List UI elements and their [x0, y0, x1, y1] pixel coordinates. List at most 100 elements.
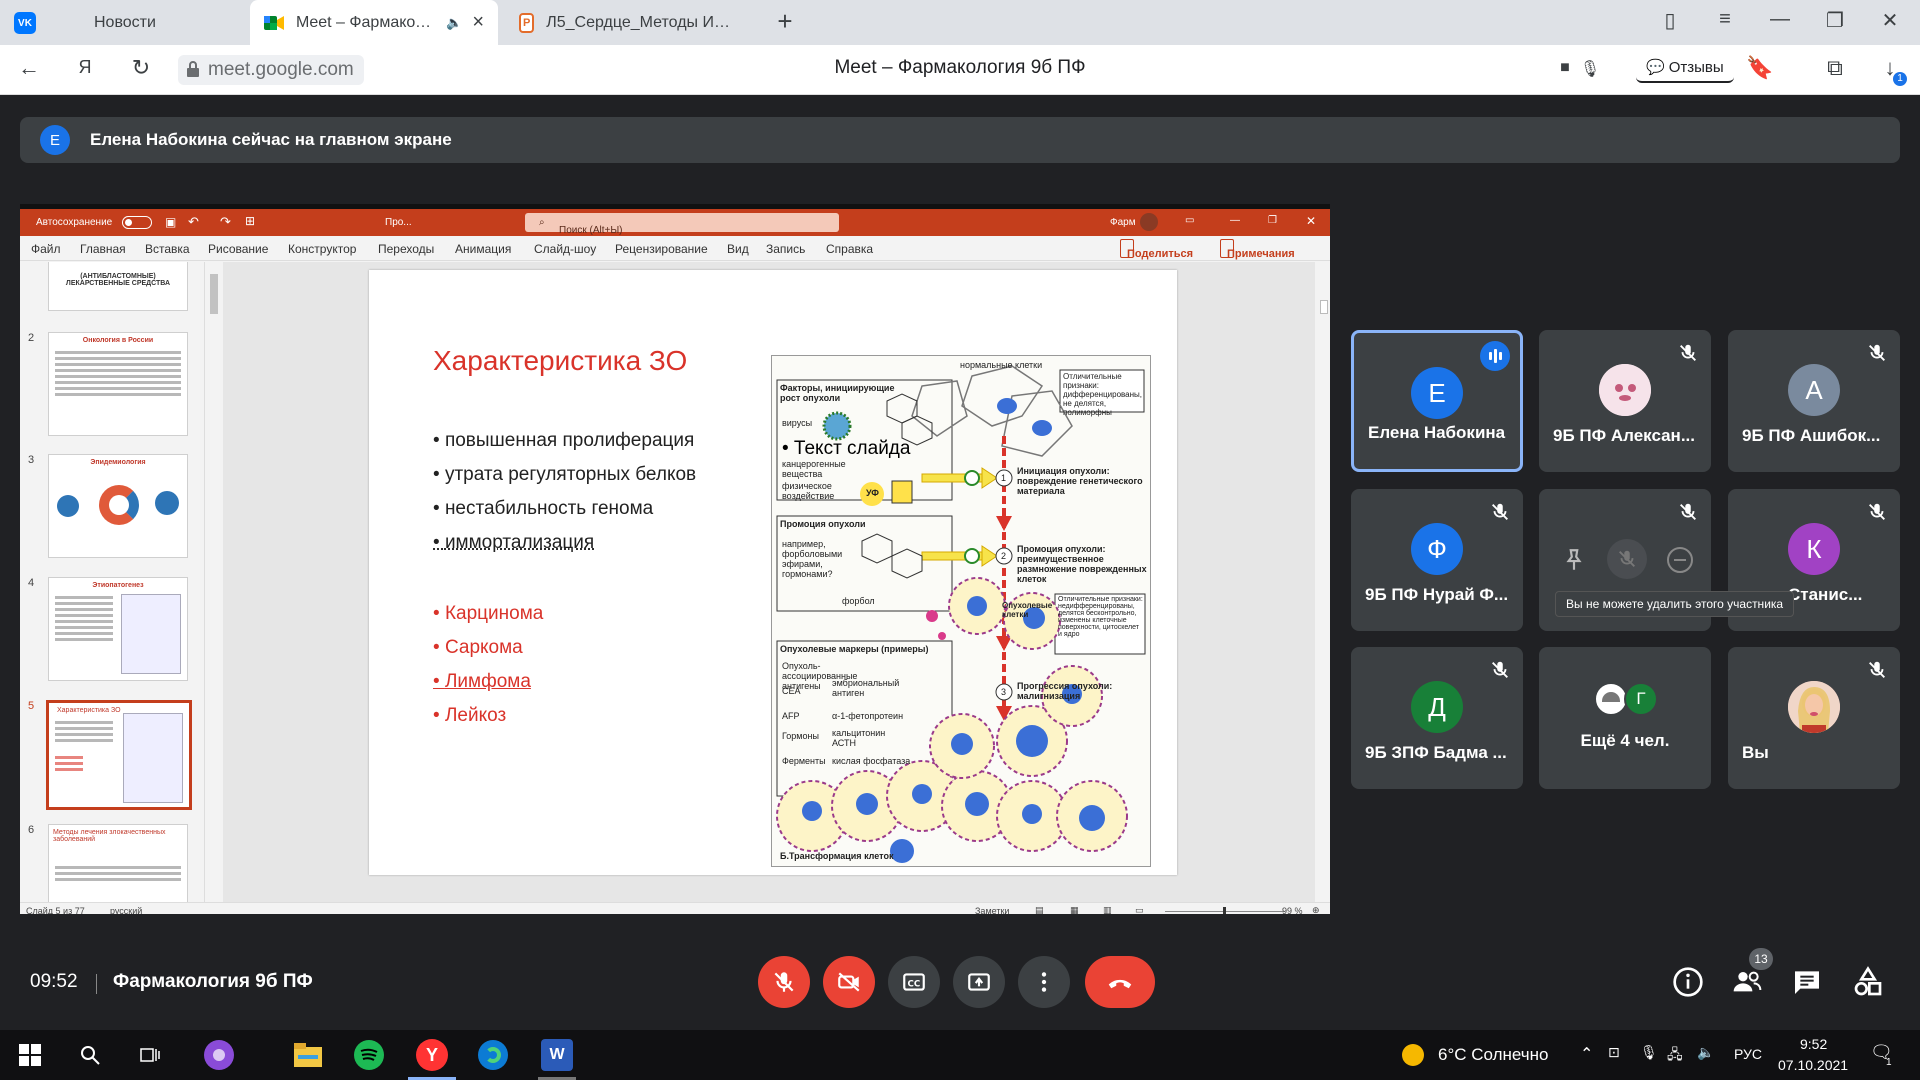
participant-tile-2[interactable]: А 9Б ПФ Ашибок...: [1728, 330, 1900, 472]
autosave-toggle[interactable]: [122, 216, 152, 229]
slide-thumb-2[interactable]: Онкология в России: [48, 332, 188, 436]
present-icon[interactable]: ⊞: [245, 214, 255, 228]
collections-icon[interactable]: ▯: [1655, 8, 1685, 33]
word-icon[interactable]: W: [541, 1039, 573, 1071]
ribbon-display-icon[interactable]: ▭: [1185, 215, 1194, 226]
fit-slide-icon[interactable]: ⊕: [1312, 905, 1320, 914]
normal-view-icon[interactable]: ▤: [1035, 905, 1044, 914]
pin-icon[interactable]: [1561, 547, 1587, 573]
spotify-icon[interactable]: [354, 1040, 384, 1070]
more-options-button[interactable]: [1018, 956, 1070, 1008]
captions-button[interactable]: CC: [888, 956, 940, 1008]
participant-tile-0[interactable]: Е Елена Набокина: [1351, 330, 1523, 472]
participant-avatar: К: [1788, 523, 1840, 575]
tab-ppt-doc[interactable]: P Л5_Сердце_Методы Исследования: [505, 0, 745, 45]
save-icon[interactable]: ▣: [165, 215, 176, 229]
current-slide[interactable]: Характеристика ЗО повышенная пролифераци…: [369, 270, 1177, 875]
bookmark-icon[interactable]: 🔖: [1745, 55, 1775, 81]
user-avatar-icon[interactable]: [1140, 213, 1158, 231]
tray-camera-icon[interactable]: ⊡: [1608, 1044, 1620, 1061]
mute-participant-button[interactable]: [1607, 539, 1647, 579]
input-language[interactable]: РУС: [1734, 1046, 1762, 1062]
slide-scrollbar[interactable]: [1318, 262, 1330, 902]
slide-thumb-1[interactable]: (АНТИБЛАСТОМНЫЕ) ЛЕКАРСТВЕННЫЕ СРЕДСТВА: [48, 262, 188, 311]
people-icon[interactable]: [1731, 966, 1763, 998]
present-now-button[interactable]: [953, 956, 1005, 1008]
weather-icon[interactable]: [1402, 1044, 1424, 1066]
tumor-diagram[interactable]: нормальные клетки Факторы, инициирующие …: [771, 355, 1151, 867]
menu-animation[interactable]: Анимация: [455, 242, 511, 256]
slide-thumb-6[interactable]: Методы лечения злокачественных заболеван…: [48, 824, 188, 902]
participant-tile-1[interactable]: 9Б ПФ Алексан...: [1539, 330, 1711, 472]
menu-help[interactable]: Справка: [826, 242, 873, 256]
file-explorer-icon[interactable]: [292, 1039, 324, 1071]
vk-icon[interactable]: VK: [14, 12, 36, 34]
minimize-button[interactable]: —: [1765, 8, 1795, 31]
slideshow-view-icon[interactable]: ▭: [1135, 905, 1144, 914]
tray-volume-icon[interactable]: 🔈: [1697, 1044, 1714, 1061]
notes-button[interactable]: Заметки: [975, 906, 1009, 914]
extensions-icon[interactable]: ⧉: [1820, 55, 1850, 81]
tray-mic-icon[interactable]: 🎙: [1640, 1044, 1658, 1061]
menu-home[interactable]: Главная: [80, 242, 126, 256]
new-tab-button[interactable]: +: [770, 6, 800, 37]
menu-draw[interactable]: Рисование: [208, 242, 268, 256]
ppt-search-box[interactable]: ⌕ Поиск (Alt+Ы): [525, 213, 839, 236]
menu-record[interactable]: Запись: [766, 242, 805, 256]
page-title: Meet – Фармакология 9б ПФ: [834, 57, 1086, 78]
tab-meet[interactable]: Meet – Фармакология 9Б ПФ 🔈 ×: [250, 0, 498, 45]
taskbar-time[interactable]: 9:52: [1800, 1036, 1827, 1052]
menu-view[interactable]: Вид: [727, 242, 749, 256]
edge-icon[interactable]: [478, 1040, 508, 1070]
thumbnail-scrollbar[interactable]: [208, 262, 220, 902]
tray-network-icon[interactable]: 🖧: [1667, 1044, 1683, 1068]
mic-off-icon: [1680, 344, 1696, 361]
participant-tile-6[interactable]: Д 9Б ЗПФ Бадма ...: [1351, 647, 1523, 789]
participant-tile-more[interactable]: Г Ещё 4 чел.: [1539, 647, 1711, 789]
maximize-button[interactable]: ❐: [1820, 8, 1850, 33]
menu-icon[interactable]: ≡: [1710, 8, 1740, 31]
menu-insert[interactable]: Вставка: [145, 242, 190, 256]
slide-thumb-4[interactable]: Этиопатогенез: [48, 577, 188, 681]
task-view-icon[interactable]: [134, 1039, 166, 1071]
menu-design[interactable]: Конструктор: [288, 242, 356, 256]
ppt-minimize[interactable]: —: [1230, 215, 1240, 226]
slide-thumb-5-selected[interactable]: Характеристика ЗО: [46, 700, 192, 810]
taskbar-date[interactable]: 07.10.2021: [1778, 1057, 1848, 1073]
leave-call-button[interactable]: [1085, 956, 1155, 1008]
remove-icon[interactable]: [1667, 547, 1693, 573]
mic-toggle-button[interactable]: [758, 956, 810, 1008]
activities-icon[interactable]: [1852, 966, 1884, 998]
windows-start-icon[interactable]: [14, 1039, 46, 1071]
tray-chevron-icon[interactable]: ⌃: [1580, 1044, 1593, 1064]
info-icon[interactable]: [1672, 966, 1704, 998]
alice-icon[interactable]: [204, 1040, 234, 1070]
participant-tile-self[interactable]: Вы: [1728, 647, 1900, 789]
redo-icon[interactable]: ↷: [220, 214, 231, 230]
camera-toggle-button[interactable]: [823, 956, 875, 1008]
reviews-button[interactable]: 💬 Отзывы: [1636, 53, 1734, 83]
close-window-button[interactable]: ✕: [1875, 8, 1905, 33]
tab-news[interactable]: Новости: [80, 0, 240, 45]
mic-icon[interactable]: 🎙: [1575, 59, 1605, 79]
menu-transitions[interactable]: Переходы: [378, 242, 434, 256]
menu-review[interactable]: Рецензирование: [615, 242, 708, 256]
speaker-icon[interactable]: 🔈: [446, 15, 462, 31]
share-button[interactable]: Поделиться: [1120, 239, 1193, 260]
chat-icon[interactable]: [1791, 966, 1823, 998]
ppt-restore[interactable]: ❐: [1268, 215, 1277, 226]
slide-thumb-3[interactable]: Эпидемиология: [48, 454, 188, 558]
zoom-slider[interactable]: [1165, 907, 1285, 914]
ppt-close[interactable]: ✕: [1306, 214, 1316, 228]
participant-tile-3[interactable]: Ф 9Б ПФ Нурай Ф...: [1351, 489, 1523, 631]
comments-button[interactable]: Примечания: [1220, 239, 1295, 260]
menu-file[interactable]: Файл: [31, 242, 61, 256]
search-icon[interactable]: [74, 1039, 106, 1071]
weather-text[interactable]: 6°C Солнечно: [1438, 1045, 1549, 1065]
menu-slideshow[interactable]: Слайд-шоу: [534, 242, 596, 256]
yandex-browser-icon[interactable]: Y: [416, 1039, 448, 1071]
reading-view-icon[interactable]: ▥: [1103, 905, 1112, 914]
close-tab-icon[interactable]: ×: [472, 11, 484, 34]
undo-icon[interactable]: ↶: [188, 214, 199, 230]
sorter-view-icon[interactable]: ▦: [1070, 905, 1079, 914]
